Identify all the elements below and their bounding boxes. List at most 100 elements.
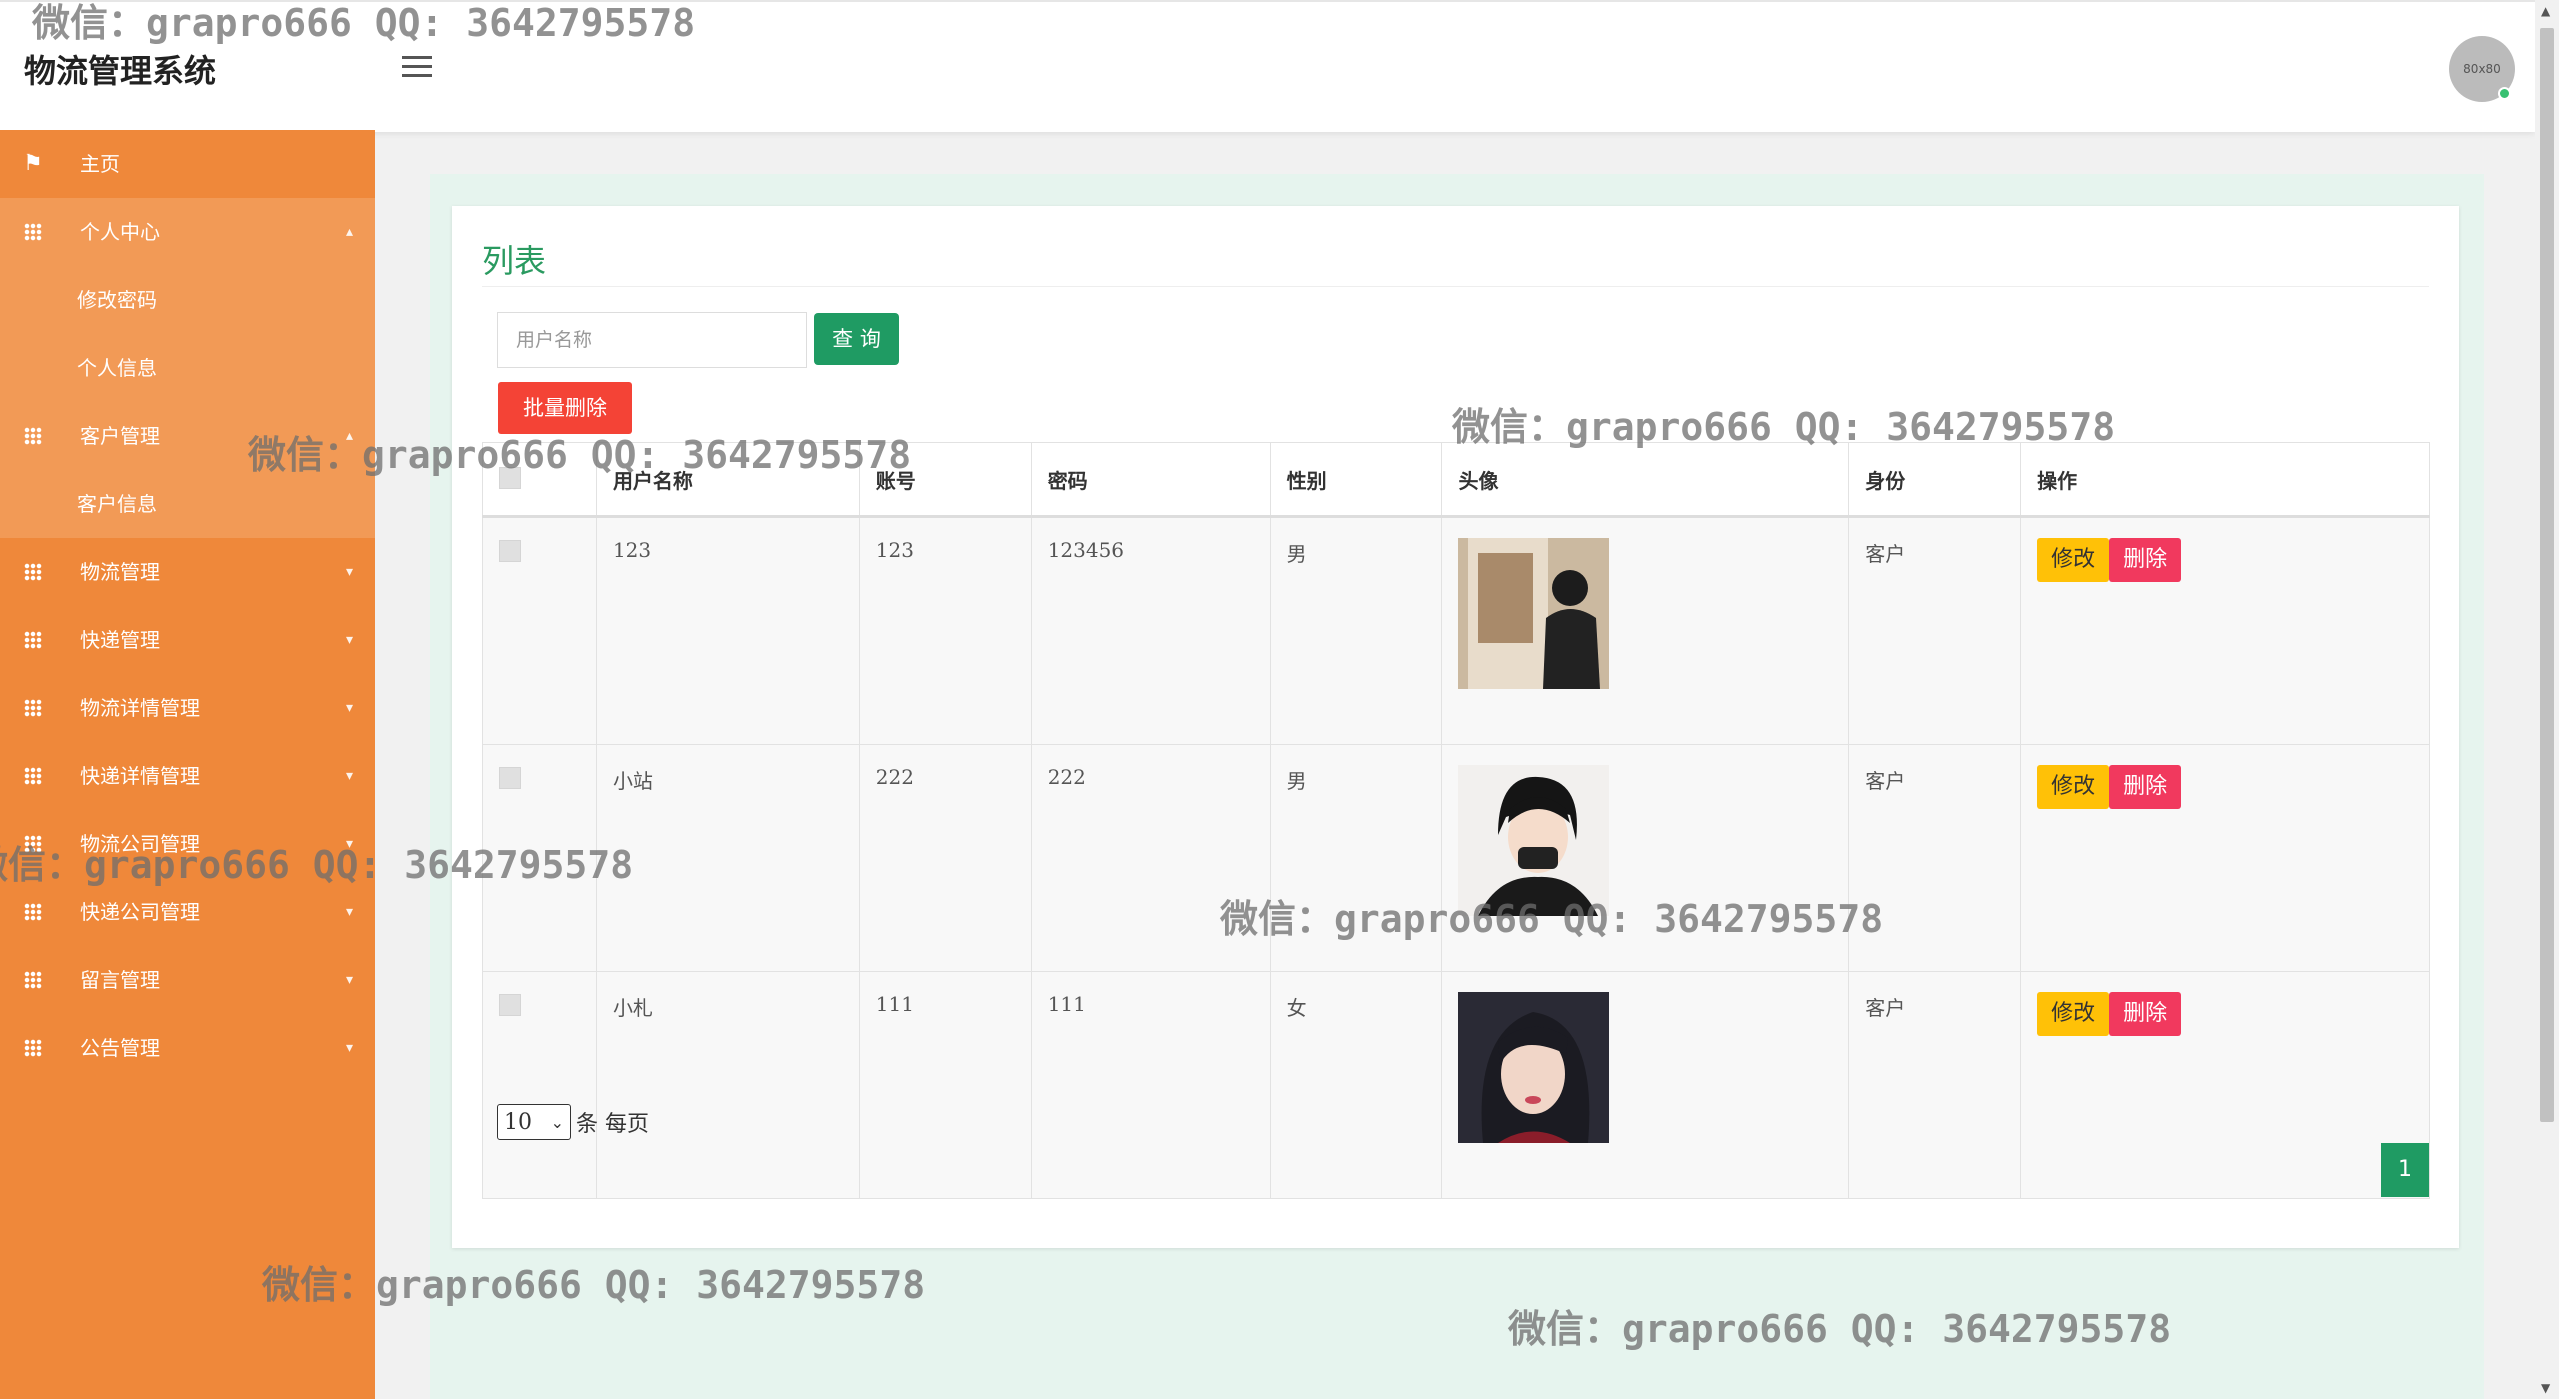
grid-icon xyxy=(22,538,44,606)
sidebar-item-personal-info[interactable]: 个人信息 xyxy=(0,334,375,402)
menu-toggle-icon[interactable] xyxy=(402,56,432,78)
cell-account: 123 xyxy=(858,516,1032,745)
cell-username: 123 xyxy=(595,516,860,745)
row-checkbox[interactable] xyxy=(499,994,521,1016)
sidebar-item-express-mgmt[interactable]: 快递管理 ▾ xyxy=(0,606,375,674)
sidebar-item-home[interactable]: ⚑ 主页 xyxy=(0,130,375,198)
table-row: 123 123 123456 男 客户 修改 删除 xyxy=(482,516,2430,745)
cell-avatar xyxy=(1441,744,1850,972)
select-all-cell[interactable] xyxy=(482,442,597,518)
cell-avatar xyxy=(1441,971,1850,1199)
sidebar-item-message-mgmt[interactable]: 留言管理 ▾ xyxy=(0,946,375,1014)
sidebar-item-logistics-detail-mgmt[interactable]: 物流详情管理 ▾ xyxy=(0,674,375,742)
caret-down-icon: ▾ xyxy=(345,632,353,648)
caret-down-icon: ▾ xyxy=(345,836,353,852)
avatar-photo-woman xyxy=(1458,992,1610,1143)
caret-down-icon: ▾ xyxy=(345,768,353,784)
edit-button[interactable]: 修改 xyxy=(2037,992,2110,1036)
table-header-row: 用户名称 账号 密码 性别 头像 身份 操作 xyxy=(482,442,2430,518)
sidebar-item-express-company-mgmt[interactable]: 快递公司管理 ▾ xyxy=(0,878,375,946)
grid-icon xyxy=(22,198,44,266)
column-header: 性别 xyxy=(1269,442,1443,518)
cell-password: 222 xyxy=(1030,744,1271,972)
sidebar-item-logistics-mgmt[interactable]: 物流管理 ▾ xyxy=(0,538,375,606)
scrollbar-thumb[interactable] xyxy=(2540,28,2554,1122)
cell-account: 222 xyxy=(858,744,1032,972)
sidebar-item-label: 主页 xyxy=(80,152,120,176)
sidebar-item-logistics-company-mgmt[interactable]: 物流公司管理 ▾ xyxy=(0,810,375,878)
edit-button[interactable]: 修改 xyxy=(2037,538,2110,582)
chevron-down-icon: ⌄ xyxy=(550,1113,564,1132)
cell-role: 客户 xyxy=(1848,744,2022,972)
scroll-up-icon[interactable]: ▲ xyxy=(2541,4,2550,18)
app-title: 物流管理系统 xyxy=(24,52,217,90)
sidebar-item-label: 快递公司管理 xyxy=(80,900,200,924)
grid-icon xyxy=(22,878,44,946)
grid-icon xyxy=(22,742,44,810)
sidebar-item-notice-mgmt[interactable]: 公告管理 ▾ xyxy=(0,1014,375,1082)
cell-username: 小札 xyxy=(595,971,860,1199)
cell-gender: 女 xyxy=(1269,971,1443,1199)
username-search-input[interactable]: 用户名称 xyxy=(497,312,807,368)
grid-icon xyxy=(22,674,44,742)
online-status-icon xyxy=(2498,87,2511,100)
caret-down-icon: ▾ xyxy=(345,1040,353,1056)
sidebar-item-express-detail-mgmt[interactable]: 快递详情管理 ▾ xyxy=(0,742,375,810)
sidebar-item-customer-mgmt[interactable]: 客户管理 ▴ xyxy=(0,402,375,470)
caret-up-icon: ▴ xyxy=(345,224,353,240)
cell-password: 111 xyxy=(1030,971,1271,1199)
sidebar-item-change-password[interactable]: 修改密码 xyxy=(0,266,375,334)
cell-role: 客户 xyxy=(1848,971,2022,1199)
column-header: 用户名称 xyxy=(595,442,860,518)
sidebar-item-personal-center[interactable]: 个人中心 ▴ xyxy=(0,198,375,266)
vertical-scrollbar[interactable]: ▲ ▼ xyxy=(2535,0,2559,1399)
column-header: 账号 xyxy=(858,442,1032,518)
user-table: 用户名称 账号 密码 性别 头像 身份 操作 123 123 123456 男 xyxy=(482,442,2430,1199)
query-button[interactable]: 查 询 xyxy=(814,313,899,365)
list-panel: 列表 用户名称 查 询 批量删除 用户名称 账号 密码 性别 头像 身份 操作 … xyxy=(452,206,2459,1248)
avatar-photo-man-back xyxy=(1458,538,1610,689)
delete-button[interactable]: 删除 xyxy=(2109,992,2182,1036)
column-header: 身份 xyxy=(1848,442,2022,518)
cell-role: 客户 xyxy=(1848,516,2022,745)
sidebar-item-customer-info[interactable]: 客户信息 xyxy=(0,470,375,538)
page-size-value: 10 xyxy=(504,1110,532,1135)
cell-gender: 男 xyxy=(1269,516,1443,745)
grid-icon xyxy=(22,810,44,878)
sidebar-item-label: 快递详情管理 xyxy=(80,764,200,788)
sidebar-item-label: 个人中心 xyxy=(80,220,160,244)
user-avatar[interactable]: 80x80 xyxy=(2449,36,2515,102)
edit-button[interactable]: 修改 xyxy=(2037,765,2110,809)
pagination-page-1[interactable]: 1 xyxy=(2381,1143,2429,1197)
grid-icon xyxy=(22,946,44,1014)
avatar-placeholder-text: 80x80 xyxy=(2463,62,2501,76)
sidebar-item-label: 留言管理 xyxy=(80,968,160,992)
delete-button[interactable]: 删除 xyxy=(2109,765,2182,809)
cell-account: 111 xyxy=(858,971,1032,1199)
cell-username: 小站 xyxy=(595,744,860,972)
table-row: 小站 222 222 男 客户 修改 删除 xyxy=(482,744,2430,972)
grid-icon xyxy=(22,606,44,674)
cell-gender: 男 xyxy=(1269,744,1443,972)
flag-icon: ⚑ xyxy=(23,151,43,176)
scroll-down-icon[interactable]: ▼ xyxy=(2541,1381,2550,1395)
sidebar-item-label: 物流详情管理 xyxy=(80,696,200,720)
delete-button[interactable]: 删除 xyxy=(2109,538,2182,582)
row-checkbox[interactable] xyxy=(499,767,521,789)
grid-icon xyxy=(22,402,44,470)
top-header: 物流管理系统 80x80 xyxy=(0,0,2535,132)
caret-down-icon: ▾ xyxy=(345,972,353,988)
page-size-select[interactable]: 10 ⌄ xyxy=(497,1104,571,1140)
caret-down-icon: ▾ xyxy=(345,700,353,716)
page-size-label: 条 每页 xyxy=(576,1112,649,1137)
batch-delete-button[interactable]: 批量删除 xyxy=(498,382,632,434)
sidebar: ⚑ 主页 个人中心 ▴ 修改密码 个人信息 客户管理 ▴ 客户信息 物流管理 ▾… xyxy=(0,130,375,1399)
row-checkbox[interactable] xyxy=(499,540,521,562)
grid-icon xyxy=(22,1014,44,1082)
cell-actions: 修改 删除 xyxy=(2020,971,2430,1199)
cell-actions: 修改 删除 xyxy=(2020,516,2430,745)
column-header: 头像 xyxy=(1441,442,1850,518)
caret-down-icon: ▾ xyxy=(345,904,353,920)
select-all-checkbox[interactable] xyxy=(499,466,521,489)
submenu-personal-center: 修改密码 个人信息 xyxy=(0,266,375,402)
